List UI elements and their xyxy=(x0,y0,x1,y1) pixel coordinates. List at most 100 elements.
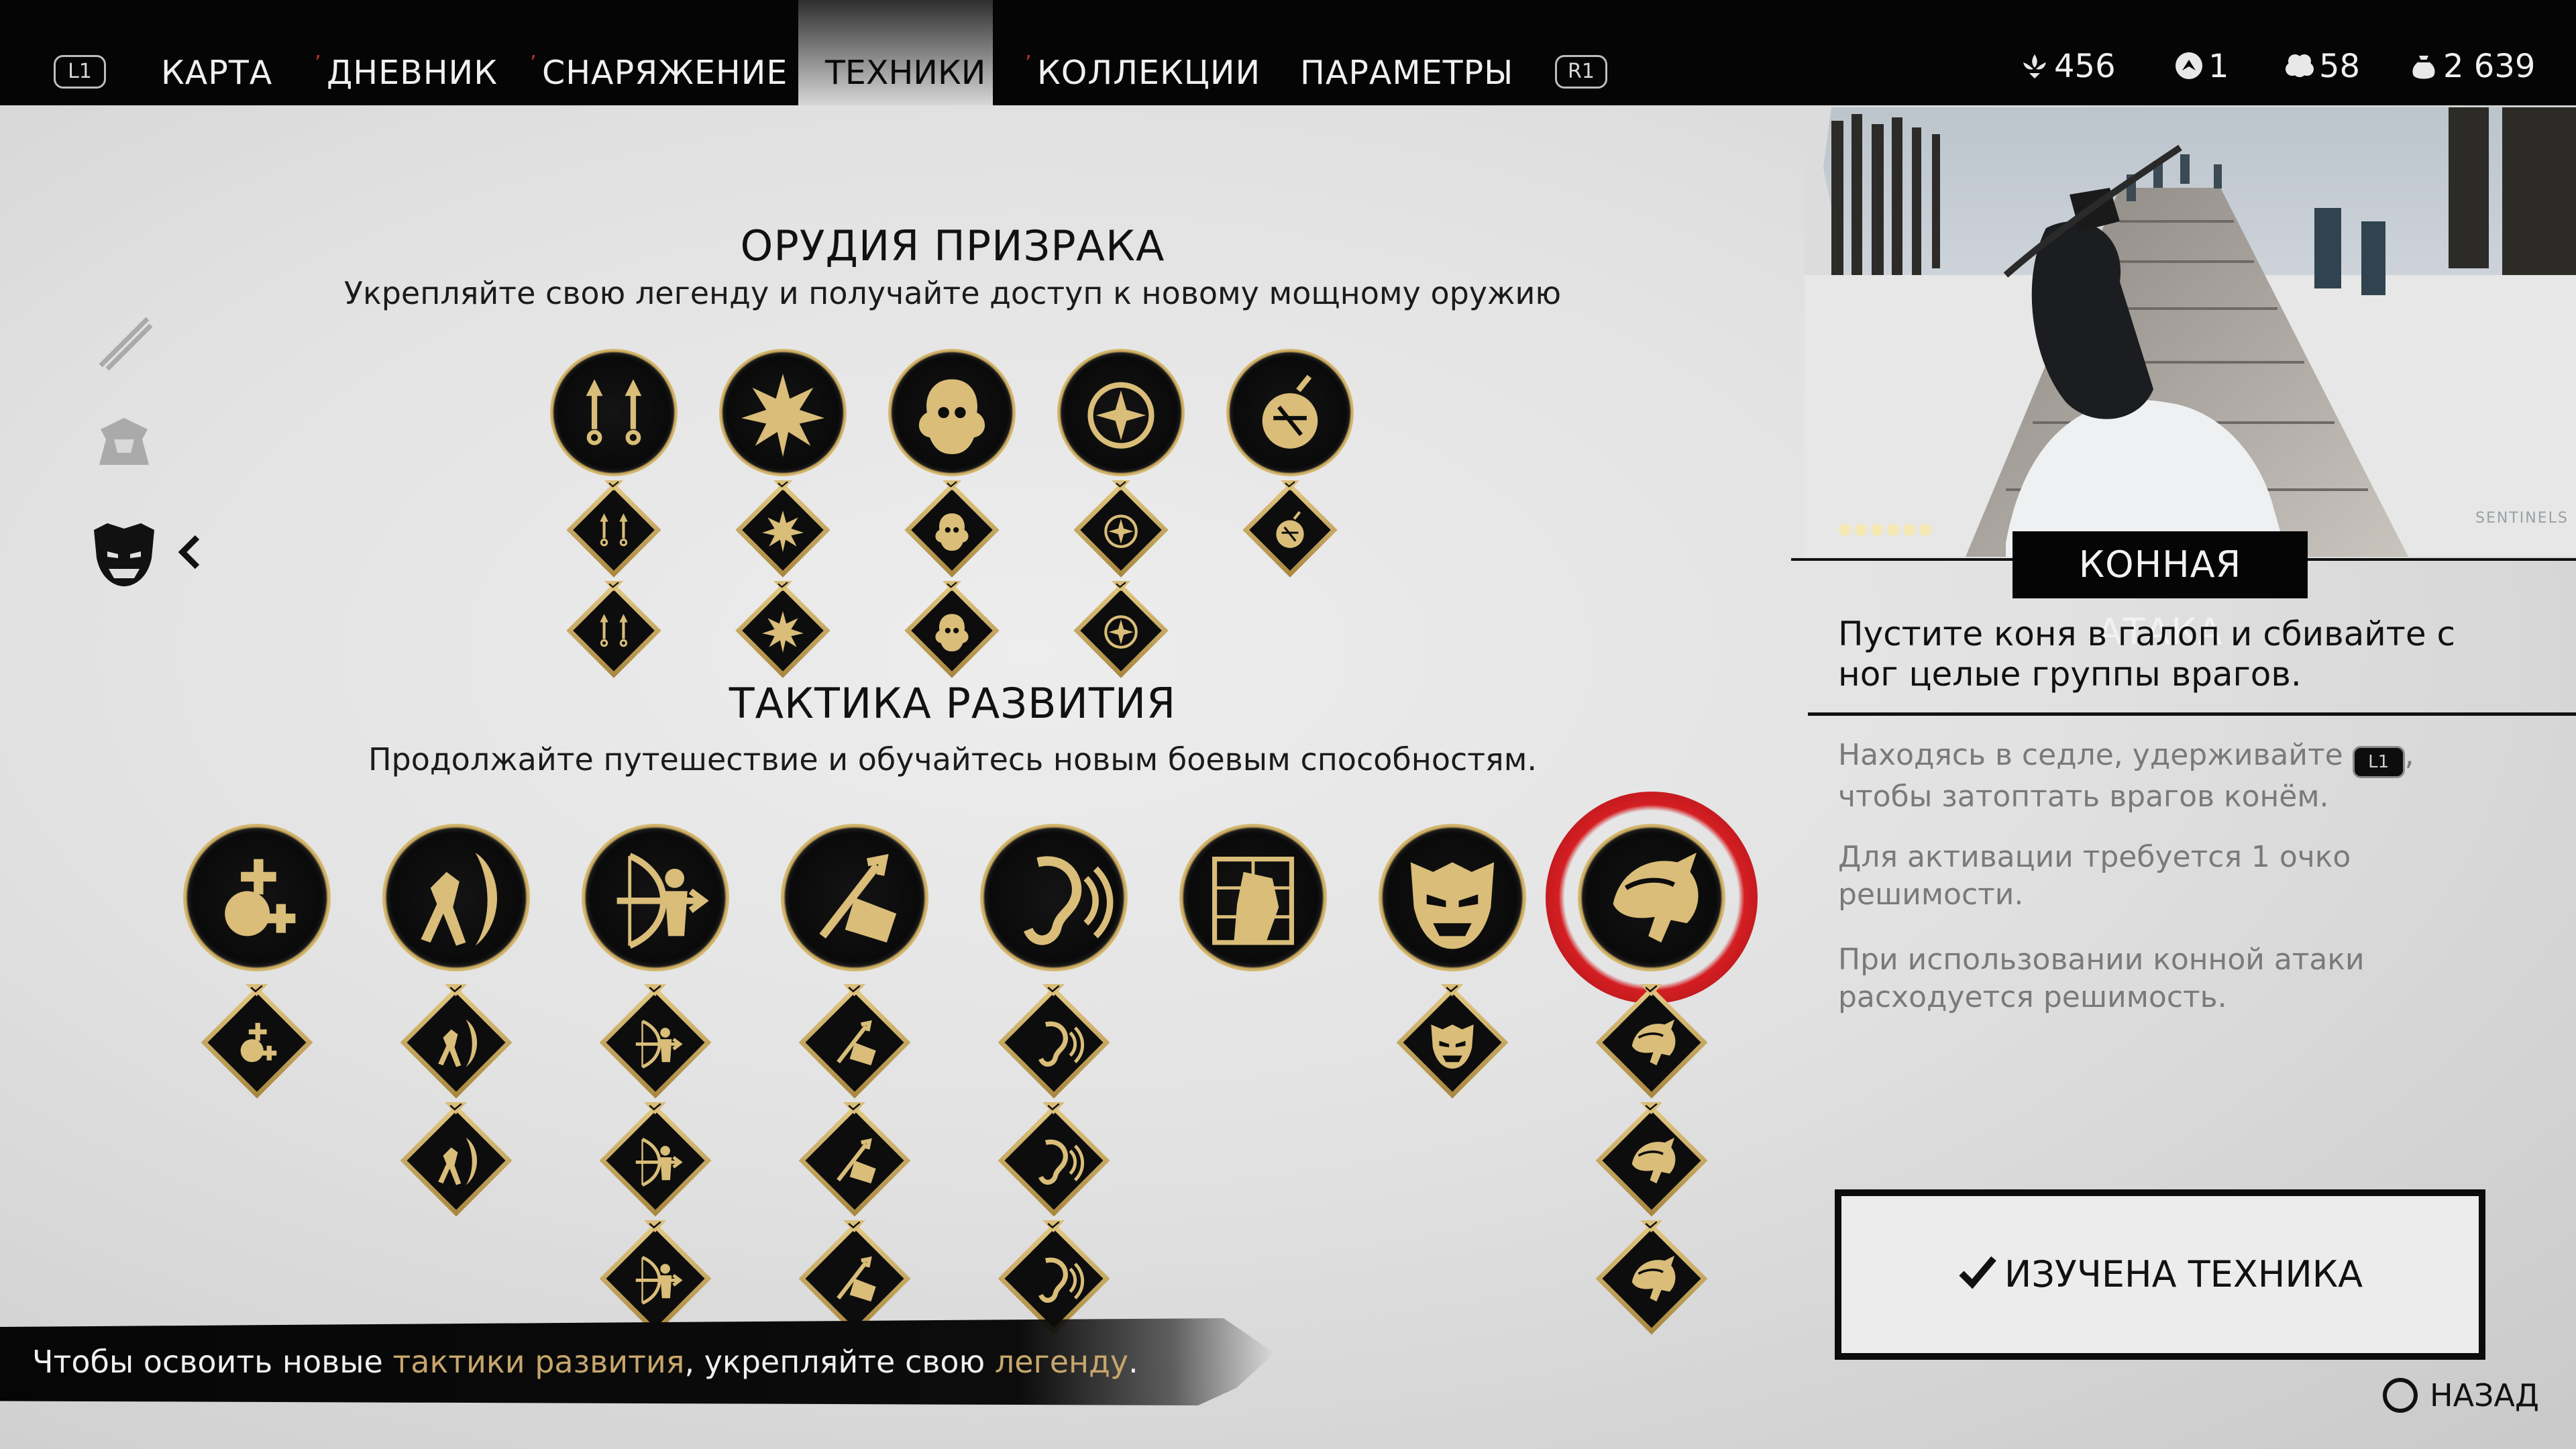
unlocked-check-icon xyxy=(843,1102,866,1117)
smoke-bomb-upgrade-1[interactable] xyxy=(1073,482,1169,578)
tab-gear[interactable]: ʼ СНАРЯЖЕНИЕ xyxy=(530,40,788,105)
kunai-skill[interactable] xyxy=(550,349,678,476)
horse-charge-upgrade-3[interactable] xyxy=(1595,1222,1708,1335)
technique-preview-video: SENTINELS xyxy=(1805,107,2576,557)
back-button[interactable]: НАЗАД xyxy=(2383,1372,2539,1419)
unlocked-check-icon xyxy=(1441,983,1464,999)
archer-upgrade-3[interactable] xyxy=(599,1222,712,1335)
black-powder-bomb-upgrade-1[interactable] xyxy=(1242,482,1338,578)
oni-mask-upgrade-icon xyxy=(1431,1024,1474,1069)
focused-hearing-icon xyxy=(1024,856,1114,945)
horse-charge-skill[interactable] xyxy=(1578,824,1725,971)
horse-charge-upgrade-2[interactable] xyxy=(1595,1104,1708,1217)
back-label: НАЗАД xyxy=(2430,1377,2539,1413)
unlocked-check-icon xyxy=(1042,1102,1065,1117)
heal-upgrade-1[interactable] xyxy=(201,986,313,1099)
smoke-bomb-upgrade-icon xyxy=(1104,615,1138,649)
tab-journal[interactable]: ʼ ДНЕВНИК xyxy=(315,40,498,105)
assassin-skill[interactable] xyxy=(1179,824,1327,971)
circle-button-icon xyxy=(2383,1378,2418,1413)
technique-description: Пустите коня в галоп и сбивайте с ног це… xyxy=(1838,614,2456,694)
sticky-bomb-upgrade-2[interactable] xyxy=(735,583,830,678)
heal-skill[interactable] xyxy=(183,824,331,971)
unlocked-check-icon xyxy=(1640,1220,1663,1235)
horse-charge-upgrade-icon xyxy=(1631,1019,1676,1066)
crescent-slash-upgrade-icon xyxy=(438,1019,478,1067)
arrow-strike-upgrade-icon xyxy=(837,1256,876,1302)
archer-skill[interactable] xyxy=(582,824,729,971)
unlocked-check-icon xyxy=(1042,1220,1065,1235)
hint-highlight: легенду xyxy=(994,1344,1129,1380)
technique-title: КОННАЯ АТАКА xyxy=(2012,531,2308,653)
smoke-bomb-upgrade-2[interactable] xyxy=(1073,583,1169,678)
arrow-strike-skill[interactable] xyxy=(781,824,928,971)
crescent-slash-upgrade-icon xyxy=(438,1137,478,1185)
unlocked-check-icon xyxy=(1112,581,1130,594)
wind-chime-upgrade-icon xyxy=(935,614,969,651)
arrow-strike-upgrade-2[interactable] xyxy=(798,1104,911,1217)
tab-techniques[interactable]: ТЕХНИКИ xyxy=(798,0,993,105)
focused-hearing-upgrade-3[interactable] xyxy=(998,1222,1110,1335)
focused-hearing-upgrade-2[interactable] xyxy=(998,1104,1110,1217)
unlocked-check-icon xyxy=(1112,480,1130,493)
unlocked-check-icon xyxy=(246,983,268,999)
crescent-slash-icon xyxy=(421,853,497,946)
sticky-bomb-skill[interactable] xyxy=(719,349,847,476)
ghost-mask-category-icon[interactable] xyxy=(87,517,161,590)
unlocked-check-icon xyxy=(1640,983,1663,999)
wind-chime-skill[interactable] xyxy=(888,349,1016,476)
flower-icon xyxy=(2023,54,2046,78)
assassin-icon xyxy=(1212,857,1294,945)
focused-hearing-upgrade-1[interactable] xyxy=(998,986,1110,1099)
arrow-strike-upgrade-3[interactable] xyxy=(798,1222,911,1335)
technique-learned-button[interactable]: ИЗУЧЕНА ТЕХНИКА xyxy=(1835,1189,2485,1360)
tab-gear-label: СНАРЯЖЕНИЕ xyxy=(542,54,788,92)
sticky-bomb-upgrade-1[interactable] xyxy=(735,482,830,578)
new-item-marker: ʼ xyxy=(315,52,322,75)
tactics-title: ТАКТИКА РАЗВИТИЯ xyxy=(729,679,1177,728)
wind-chime-upgrade-1[interactable] xyxy=(904,482,1000,578)
unlocked-check-icon xyxy=(943,581,961,594)
black-powder-bomb-icon xyxy=(1262,374,1318,449)
wind-chime-upgrade-2[interactable] xyxy=(904,583,1000,678)
arrow-strike-upgrade-1[interactable] xyxy=(798,986,911,1099)
tab-map[interactable]: КАРТА xyxy=(161,40,272,105)
armor-category-icon[interactable] xyxy=(94,413,154,470)
crescent-slash-upgrade-2[interactable] xyxy=(400,1104,513,1217)
oni-mask-skill[interactable] xyxy=(1379,824,1526,971)
archer-upgrade-2[interactable] xyxy=(599,1104,712,1217)
samurai-category-icon[interactable] xyxy=(94,312,154,372)
tab-options[interactable]: ПАРАМЕТРЫ xyxy=(1300,40,1513,105)
kunai-icon xyxy=(586,379,642,445)
smoke-bomb-skill[interactable] xyxy=(1057,349,1185,476)
unlocked-check-icon xyxy=(1042,983,1065,999)
r1-button-hint[interactable]: R1 xyxy=(1555,55,1607,89)
focused-hearing-skill[interactable] xyxy=(980,824,1128,971)
note-text: Находясь в седле, удерживайте xyxy=(1838,738,2343,772)
arrow-strike-icon xyxy=(819,853,897,943)
black-powder-bomb-skill[interactable] xyxy=(1226,349,1354,476)
crescent-slash-upgrade-1[interactable] xyxy=(400,986,513,1099)
kunai-upgrade-2[interactable] xyxy=(566,583,661,678)
l1-button-hint[interactable]: L1 xyxy=(54,55,106,89)
unlocked-check-icon xyxy=(644,1220,667,1235)
kunai-upgrade-icon xyxy=(600,513,628,547)
crescent-slash-skill[interactable] xyxy=(382,824,530,971)
tab-options-label: ПАРАМЕТРЫ xyxy=(1300,54,1514,92)
unlocked-check-icon xyxy=(843,983,866,999)
arrow-strike-upgrade-icon xyxy=(837,1020,876,1066)
oni-mask-upgrade-1[interactable] xyxy=(1396,986,1509,1099)
resource-flowers: 456 xyxy=(2019,43,2116,90)
unlocked-check-icon xyxy=(773,480,792,493)
hint-text: Чтобы освоить новые тактики развития, ук… xyxy=(32,1335,1138,1389)
unlocked-check-icon xyxy=(644,1102,667,1117)
archer-upgrade-1[interactable] xyxy=(599,986,712,1099)
kunai-upgrade-1[interactable] xyxy=(566,482,661,578)
horse-charge-upgrade-1[interactable] xyxy=(1595,986,1708,1099)
resource-technique-points-value: 1 xyxy=(2208,48,2229,85)
technique-learned-label: ИЗУЧЕНА ТЕХНИКА xyxy=(2004,1253,2363,1295)
unlocked-check-icon xyxy=(773,581,792,594)
sticky-bomb-upgrade-icon xyxy=(762,611,804,653)
tab-collections[interactable]: ʼ КОЛЛЕКЦИИ xyxy=(1025,40,1260,105)
video-watermark: SENTINELS xyxy=(2475,510,2569,527)
